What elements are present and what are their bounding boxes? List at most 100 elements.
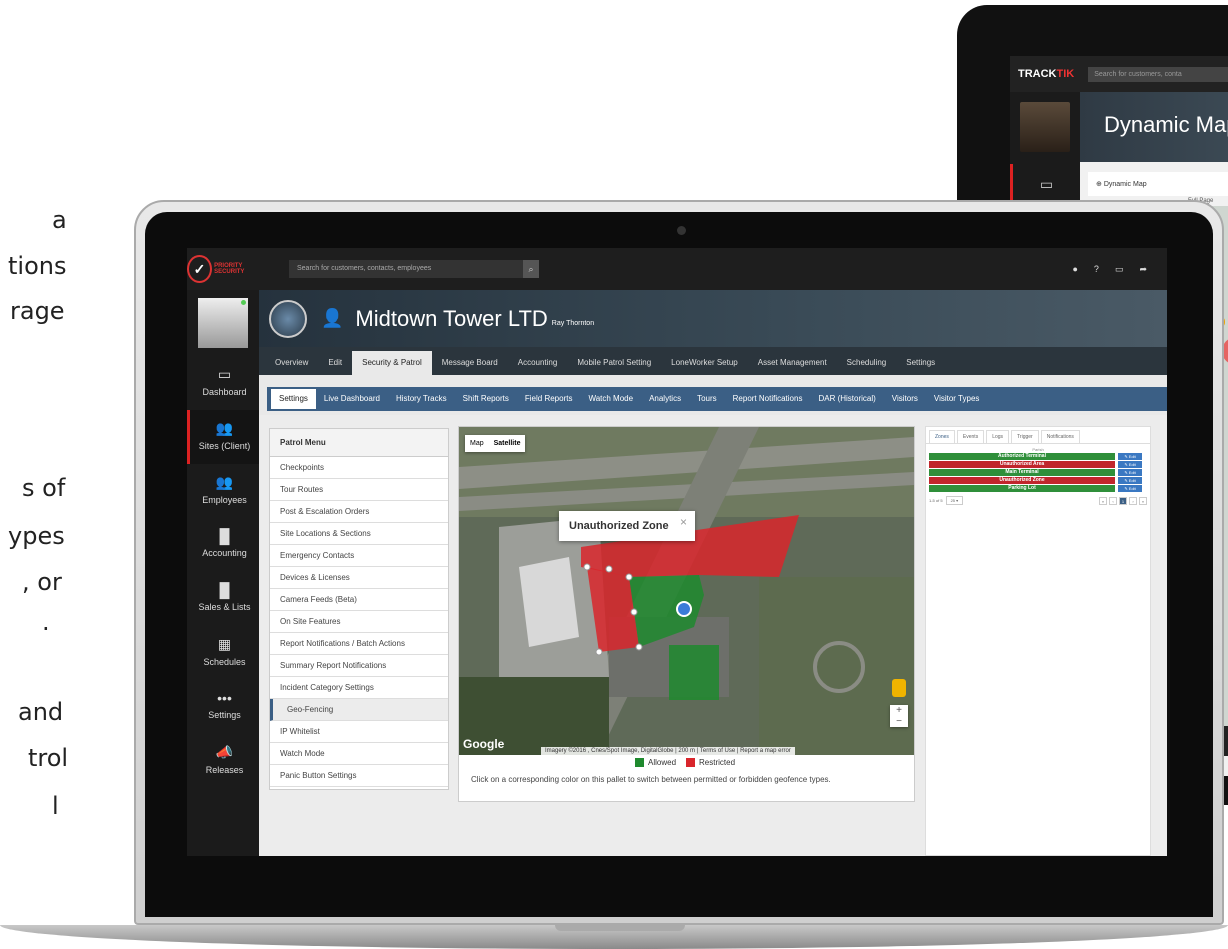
tab-overview[interactable]: Overview bbox=[265, 351, 318, 375]
logo-text: PRIORITY SECURITY bbox=[214, 263, 245, 275]
tab-security-patrol[interactable]: Security & Patrol bbox=[352, 351, 432, 375]
subtab-shift-reports[interactable]: Shift Reports bbox=[455, 389, 517, 409]
allowed-zone-lot[interactable] bbox=[669, 645, 719, 700]
tab-message-board[interactable]: Message Board bbox=[432, 351, 508, 375]
menu-item-ip-whitelist[interactable]: IP Whitelist bbox=[270, 721, 448, 743]
subtab-visitor-types[interactable]: Visitor Types bbox=[926, 389, 988, 409]
zoom-out-button[interactable]: − bbox=[890, 716, 908, 727]
sidebar-item-settings[interactable]: ••• Settings bbox=[187, 680, 259, 734]
menu-item-site-locations[interactable]: Site Locations & Sections bbox=[270, 523, 448, 545]
edit-button[interactable]: ✎ Edit bbox=[1118, 453, 1142, 460]
sidebar-item-accounting[interactable]: ▐▌ Accounting bbox=[187, 518, 259, 572]
tab-events[interactable]: Events bbox=[956, 430, 985, 443]
top-bar: ✓ PRIORITY SECURITY Search for customers… bbox=[187, 248, 1167, 290]
tab-mobile-patrol[interactable]: Mobile Patrol Setting bbox=[567, 351, 661, 375]
sidebar-item-schedules[interactable]: ▦ Schedules bbox=[187, 626, 259, 680]
search-icon[interactable]: ⌕ bbox=[523, 260, 539, 278]
subtab-visitors[interactable]: Visitors bbox=[884, 389, 926, 409]
sidebar-item-sales[interactable]: ▐▌ Sales & Lists bbox=[187, 572, 259, 626]
edit-button[interactable]: ✎ Edit bbox=[1118, 469, 1142, 476]
info-icon[interactable]: ● bbox=[1072, 264, 1077, 275]
subtab-field-reports[interactable]: Field Reports bbox=[517, 389, 581, 409]
menu-item-on-site-features[interactable]: On Site Features bbox=[270, 611, 448, 633]
zone-name: Main Terminal bbox=[929, 469, 1115, 476]
restricted-swatch[interactable] bbox=[686, 758, 696, 767]
monitor-search-input[interactable]: Search for customers, conta bbox=[1088, 66, 1228, 82]
text-fragment: rage bbox=[10, 297, 65, 325]
menu-item-geo-fencing[interactable]: Geo-Fencing bbox=[270, 699, 448, 721]
zone-name: Parking Lot bbox=[929, 485, 1115, 492]
menu-item-checkpoints[interactable]: Checkpoints bbox=[270, 457, 448, 479]
avatar[interactable] bbox=[198, 298, 248, 348]
first-page-button[interactable]: « bbox=[1099, 496, 1107, 505]
text-fragment: trol bbox=[28, 744, 69, 772]
page-size-select[interactable]: 25 ▾ bbox=[945, 496, 964, 505]
share-icon[interactable]: ➦ bbox=[1139, 264, 1147, 275]
menu-item-panic-button[interactable]: Panic Button Settings bbox=[270, 765, 448, 787]
camera-icon bbox=[677, 226, 686, 235]
tab-trigger[interactable]: Trigger bbox=[1011, 430, 1039, 443]
menu-item-camera-feeds[interactable]: Camera Feeds (Beta) bbox=[270, 589, 448, 611]
app-logo[interactable]: ✓ PRIORITY SECURITY bbox=[187, 248, 267, 290]
menu-item-summary-report[interactable]: Summary Report Notifications bbox=[270, 655, 448, 677]
tab-zones[interactable]: Zones bbox=[929, 430, 955, 443]
tab-logs[interactable]: Logs bbox=[986, 430, 1010, 443]
tab-loneworker[interactable]: LoneWorker Setup bbox=[661, 351, 748, 375]
map-type-satellite[interactable]: Satellite bbox=[489, 435, 526, 452]
last-page-button[interactable]: » bbox=[1139, 496, 1147, 505]
close-icon[interactable]: × bbox=[680, 507, 687, 537]
color-legend: Allowed Restricted bbox=[635, 758, 735, 767]
map-type-map[interactable]: Map bbox=[465, 435, 489, 452]
subtab-tours[interactable]: Tours bbox=[689, 389, 725, 409]
monitor-icon[interactable]: ▭ bbox=[1010, 164, 1080, 204]
subtab-analytics[interactable]: Analytics bbox=[641, 389, 689, 409]
next-page-button[interactable]: › bbox=[1129, 496, 1137, 505]
menu-item-post-orders[interactable]: Post & Escalation Orders bbox=[270, 501, 448, 523]
subtab-dar[interactable]: DAR (Historical) bbox=[810, 389, 883, 409]
subtab-watch-mode[interactable]: Watch Mode bbox=[580, 389, 641, 409]
page-subtitle: Ray Thornton bbox=[551, 320, 595, 327]
tab-accounting[interactable]: Accounting bbox=[508, 351, 568, 375]
help-icon[interactable]: ? bbox=[1094, 264, 1099, 275]
tab-scheduling[interactable]: Scheduling bbox=[837, 351, 897, 375]
satellite-map[interactable]: Map Satellite Unauthorized Zone × Google … bbox=[459, 427, 914, 755]
help-note: Click on a corresponding color on this p… bbox=[471, 775, 831, 784]
tab-settings[interactable]: Settings bbox=[896, 351, 945, 375]
tab-notifications[interactable]: Notifications bbox=[1040, 430, 1080, 443]
subtab-report-notifications[interactable]: Report Notifications bbox=[725, 389, 811, 409]
prev-page-button[interactable]: ‹ bbox=[1109, 496, 1117, 505]
sidebar-item-releases[interactable]: 📣 Releases bbox=[187, 734, 259, 788]
menu-item-emergency-contacts[interactable]: Emergency Contacts bbox=[270, 545, 448, 567]
allowed-swatch[interactable] bbox=[635, 758, 644, 767]
zones-tabs: Zones Events Logs Trigger Notifications bbox=[926, 427, 1150, 444]
terms-link[interactable]: Terms of Use | Report a map error bbox=[700, 748, 791, 754]
sidebar-item-dashboard[interactable]: ▭ Dashboard bbox=[187, 356, 259, 410]
page-title: Midtown Tower LTD bbox=[355, 305, 548, 331]
menu-item-devices[interactable]: Devices & Licenses bbox=[270, 567, 448, 589]
menu-item-report-notifications[interactable]: Report Notifications / Batch Actions bbox=[270, 633, 448, 655]
sidebar: ▭ Dashboard 👥 Sites (Client) 👥 Employees ▐▌… bbox=[187, 290, 259, 856]
sidebar-item-employees[interactable]: 👥 Employees bbox=[187, 464, 259, 518]
zones-column-header: Parish bbox=[1032, 447, 1044, 452]
pegman-icon[interactable] bbox=[892, 679, 906, 697]
text-fragment: ypes bbox=[8, 522, 65, 550]
main-tabs: Overview Edit Security & Patrol Message … bbox=[259, 347, 1167, 375]
monitor-icon[interactable]: ▭ bbox=[1115, 264, 1124, 275]
menu-item-watch-mode[interactable]: Watch Mode bbox=[270, 743, 448, 765]
search-input[interactable]: Search for customers, contacts, employee… bbox=[289, 260, 539, 278]
menu-item-tour-routes[interactable]: Tour Routes bbox=[270, 479, 448, 501]
tab-edit[interactable]: Edit bbox=[318, 351, 352, 375]
edit-button[interactable]: ✎ Edit bbox=[1118, 485, 1142, 492]
subtab-history-tracks[interactable]: History Tracks bbox=[388, 389, 455, 409]
zones-pager: 1-5 of 5 25 ▾ « ‹ 1 › » bbox=[929, 496, 1147, 505]
sidebar-item-sites[interactable]: 👥 Sites (Client) bbox=[187, 410, 259, 464]
page-1-button[interactable]: 1 bbox=[1119, 496, 1127, 505]
zoom-in-button[interactable]: + bbox=[890, 705, 908, 716]
text-fragment: a bbox=[52, 206, 67, 234]
tab-asset-management[interactable]: Asset Management bbox=[748, 351, 837, 375]
subtab-live-dashboard[interactable]: Live Dashboard bbox=[316, 389, 388, 409]
subtab-settings[interactable]: Settings bbox=[271, 389, 316, 409]
edit-button[interactable]: ✎ Edit bbox=[1118, 461, 1142, 468]
menu-item-incident-category[interactable]: Incident Category Settings bbox=[270, 677, 448, 699]
edit-button[interactable]: ✎ Edit bbox=[1118, 477, 1142, 484]
